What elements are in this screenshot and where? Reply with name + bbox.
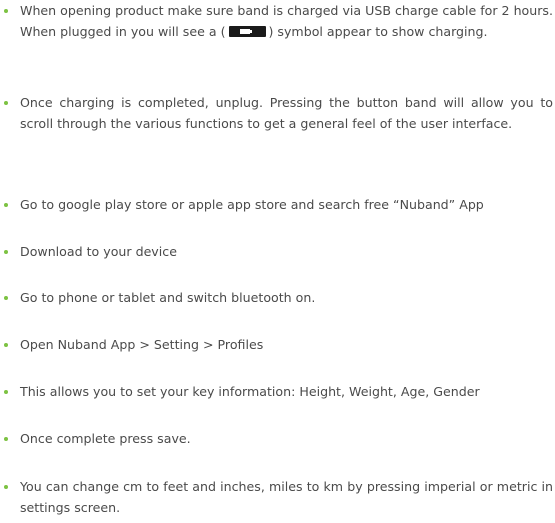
bullet-icon bbox=[4, 9, 8, 13]
bullet-icon bbox=[4, 485, 8, 489]
list-item-text: Download to your device bbox=[20, 244, 177, 259]
list-item: You can change cm to feet and inches, mi… bbox=[0, 476, 555, 518]
list-item-text: Go to phone or tablet and switch bluetoo… bbox=[20, 290, 316, 305]
list-item: Open Nuband App > Setting > Profiles bbox=[0, 334, 555, 355]
bullet-icon bbox=[4, 296, 8, 300]
list-item-text: Open Nuband App > Setting > Profiles bbox=[20, 337, 264, 352]
bullet-icon bbox=[4, 101, 8, 105]
battery-charging-icon bbox=[228, 26, 266, 37]
bullet-icon bbox=[4, 437, 8, 441]
list-item: When opening product make sure band is c… bbox=[0, 0, 555, 42]
bullet-icon bbox=[4, 343, 8, 347]
list-item-text: This allows you to set your key informat… bbox=[20, 384, 480, 399]
list-item: Download to your device bbox=[0, 241, 555, 262]
bullet-icon bbox=[4, 203, 8, 207]
list-item-text: When opening product make sure band is c… bbox=[20, 3, 553, 39]
list-item: Go to phone or tablet and switch bluetoo… bbox=[0, 287, 555, 308]
bullet-icon bbox=[4, 250, 8, 254]
list-item: Go to google play store or apple app sto… bbox=[0, 194, 555, 215]
list-item-text: Go to google play store or apple app sto… bbox=[20, 197, 484, 212]
list-item: Once charging is completed, unplug. Pres… bbox=[0, 92, 555, 134]
list-item: This allows you to set your key informat… bbox=[0, 381, 555, 402]
list-item-text: You can change cm to feet and inches, mi… bbox=[20, 479, 553, 515]
list-item: Once complete press save. bbox=[0, 428, 555, 449]
bullet-icon bbox=[4, 390, 8, 394]
list-item-text: Once complete press save. bbox=[20, 431, 191, 446]
list-item-text: Once charging is completed, unplug. Pres… bbox=[20, 95, 553, 131]
